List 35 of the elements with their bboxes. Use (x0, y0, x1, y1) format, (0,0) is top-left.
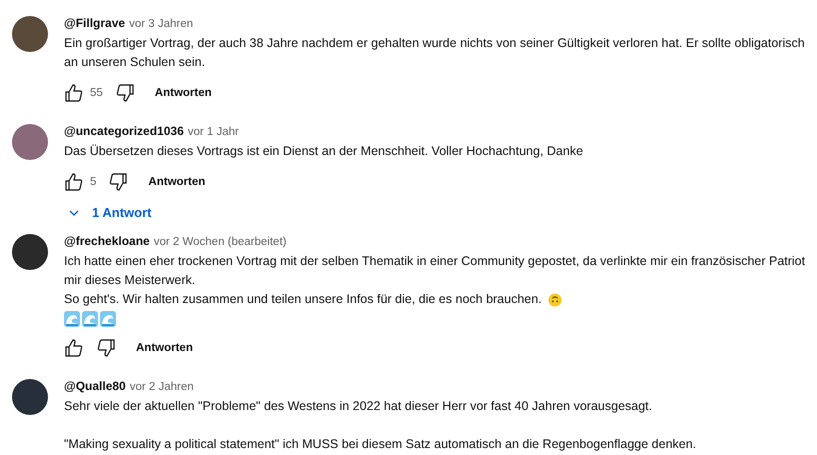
comment-text: "Making sexuality a political statement" ich MUSS bei diesem Satz automatisch an die Regenbogenflagge denken. (64, 436, 696, 453)
thumbs-down-icon[interactable] (108, 172, 128, 192)
avatar[interactable] (12, 379, 48, 415)
comment-text: Ein großartiger Vortrag, der auch 38 Jahre nachdem er gehalten wurde nichts von seiner Gültigkeit verloren hat. Er sollte obligatorisch (64, 35, 805, 52)
comment-time[interactable]: vor 3 Jahren (129, 18, 193, 30)
comment-text: Sehr viele der aktuellen "Probleme" des Westens in 2022 hat dieser Herr vor fast 40 Jahren vorausgesagt. (64, 398, 652, 415)
wave-emoji (100, 311, 116, 327)
comment-author[interactable]: @frechekloane (64, 234, 150, 248)
thumbs-up-icon[interactable] (64, 83, 84, 103)
comment-text: Ich hatte einen eher trockenen Vortrag mit der selben Thematik in einer Community gepostet, da verlinkte mir ein französischer Patriot (64, 253, 806, 270)
comment-author[interactable]: @uncategorized1036 (64, 124, 184, 138)
thumbs-down-icon[interactable] (96, 338, 116, 358)
comment-time[interactable]: vor 1 Jahr (188, 126, 239, 138)
wave-emoji (82, 311, 98, 327)
comment-time[interactable]: vor 2 Jahren (130, 381, 194, 393)
like-count: 55 (90, 87, 103, 99)
wave-emoji (64, 311, 80, 327)
thumbs-down-icon[interactable] (114, 83, 135, 103)
thumbs-up-icon[interactable] (64, 172, 84, 192)
comment-text: Das Übersetzen dieses Vortrags ist ein Dienst an der Menschheit. Voller Hochachtung, Danke (64, 143, 584, 160)
comment-text: So geht's. Wir halten zusammen und teilen unsere Infos für die, die es noch brauchen. (64, 291, 542, 308)
avatar[interactable] (12, 234, 48, 270)
thumbs-up-icon[interactable] (64, 338, 84, 358)
comment-time[interactable]: vor 2 Wochen (bearbeitet) (154, 236, 286, 248)
upside-down-face-emoji (548, 292, 562, 306)
reply-button[interactable]: Antworten (124, 336, 205, 360)
reply-button[interactable]: Antworten (136, 170, 218, 194)
avatar[interactable] (12, 16, 48, 52)
like-count: 5 (90, 176, 96, 188)
comment-text: mir dieses Meisterwerk. (64, 272, 196, 289)
show-replies-button[interactable]: 1 Antwort (62, 199, 584, 220)
reply-button[interactable]: Antworten (142, 81, 224, 105)
comment-author[interactable]: @Qualle80 (64, 379, 126, 393)
comment-author[interactable]: @Fillgrave (64, 16, 126, 30)
comment-text: an unseren Schulen sein. (64, 54, 206, 71)
